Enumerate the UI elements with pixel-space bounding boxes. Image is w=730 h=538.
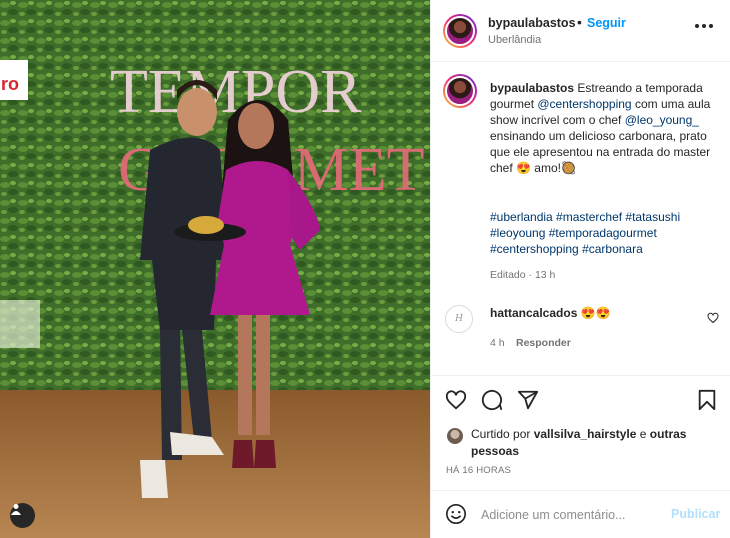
post-actions: [431, 375, 730, 425]
user-tag-button[interactable]: [10, 503, 35, 528]
mention-leo-young[interactable]: @leo_young_: [625, 113, 699, 127]
share-icon[interactable]: [517, 389, 539, 411]
post-time-ago: HÁ 16 HORAS: [446, 465, 512, 476]
likes-prefix: Curtido por: [471, 427, 534, 441]
comment-text: 😍😍: [577, 306, 611, 320]
post-photo[interactable]: ro TEMPOR GOURMET: [0, 0, 430, 538]
caption-text-3: ensinando um delicioso carbonara, prato …: [490, 129, 711, 175]
post-image: ro TEMPOR GOURMET: [0, 0, 430, 538]
caption-author-avatar[interactable]: [443, 74, 477, 108]
comment-heart-icon[interactable]: [707, 312, 719, 324]
comment-time: 4 h: [490, 337, 505, 349]
more-options-icon[interactable]: [695, 24, 713, 28]
comment-icon[interactable]: [481, 389, 503, 411]
comment-input[interactable]: [481, 505, 661, 525]
save-icon[interactable]: [697, 389, 717, 411]
post-caption: bypaulabastos Estreando a temporada gour…: [490, 80, 722, 176]
liker-username[interactable]: vallsilva_hairstyle: [534, 427, 637, 441]
brand-sign-fragment: ro: [1, 74, 19, 94]
mention-centershopping[interactable]: @centershopping: [537, 97, 631, 111]
separator-dot: •: [577, 14, 582, 30]
caption-hashtags[interactable]: #uberlandia #masterchef #tatasushi #leoy…: [490, 209, 722, 257]
post-header: bypaulabastos • Seguir Uberlândia: [431, 0, 730, 62]
edited-timestamp: Editado · 13 h: [490, 269, 556, 281]
likes-summary: Curtido por vallsilva_hairstyle e outras…: [471, 426, 711, 460]
heart-icon[interactable]: [445, 389, 467, 411]
reply-button[interactable]: Responder: [516, 337, 571, 349]
publish-button[interactable]: Publicar: [671, 507, 720, 521]
post-location[interactable]: Uberlândia: [488, 34, 541, 46]
commenter-avatar[interactable]: H: [445, 305, 473, 333]
liker-avatar[interactable]: [446, 427, 464, 445]
follow-button[interactable]: Seguir: [587, 16, 626, 30]
comment: hattancalcados 😍😍: [490, 306, 611, 320]
post-sidebar: bypaulabastos • Seguir Uberlândia bypaul…: [430, 0, 730, 538]
likes-connector: e: [636, 427, 650, 441]
caption-username[interactable]: bypaulabastos: [490, 81, 574, 95]
commenter-username[interactable]: hattancalcados: [490, 306, 577, 320]
emoji-icon[interactable]: [445, 503, 467, 525]
author-avatar[interactable]: [443, 14, 477, 48]
comment-composer: Publicar: [431, 490, 730, 538]
user-tag-icon: [11, 504, 21, 515]
author-username[interactable]: bypaulabastos: [488, 16, 576, 30]
